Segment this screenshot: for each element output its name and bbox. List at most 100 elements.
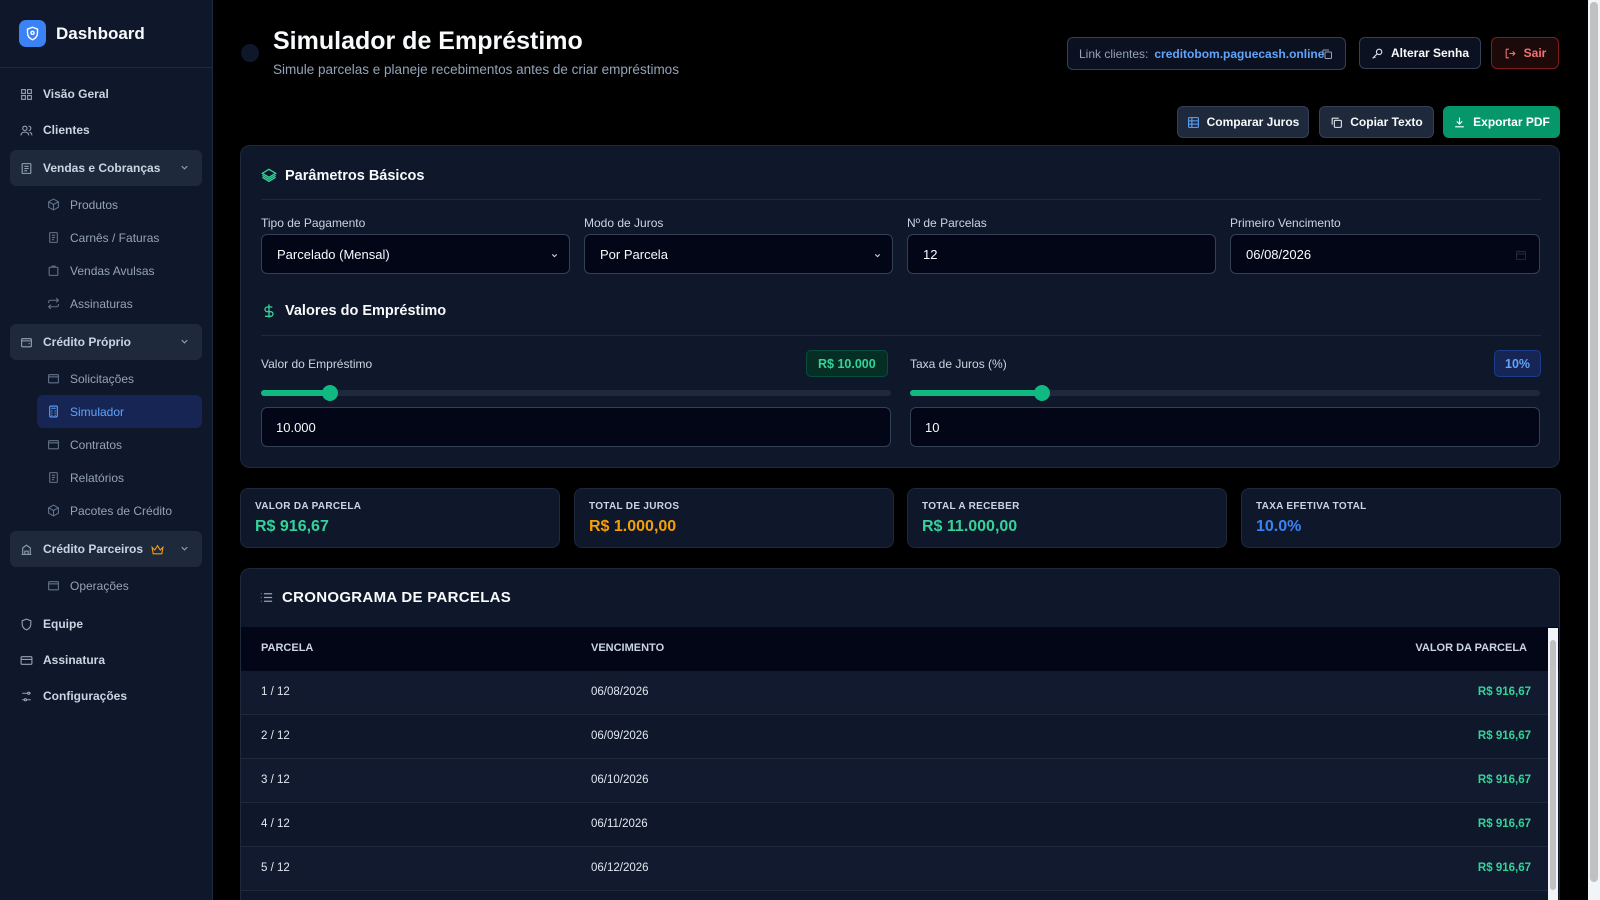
sidebar-item-relatorios[interactable]: Relatórios xyxy=(37,461,202,494)
sidebar-group-vendas-cobrancas[interactable]: Vendas e Cobranças xyxy=(10,150,202,186)
cell-parcela: 4 / 12 xyxy=(261,818,290,830)
alterar-senha-button[interactable]: Alterar Senha xyxy=(1359,37,1481,69)
table-scrollbar[interactable] xyxy=(1548,628,1558,900)
modo-juros-label: Modo de Juros xyxy=(584,216,664,230)
parameters-card: Parâmetros Básicos Tipo de Pagamento Par… xyxy=(240,145,1560,468)
sidebar-item-clientes[interactable]: Clientes xyxy=(10,112,202,148)
chevron-down-icon xyxy=(181,339,188,344)
sidebar-item-label: Carnês / Faturas xyxy=(70,230,160,245)
modo-juros-value: Por Parcela xyxy=(600,246,668,262)
sidebar-item-label: Solicitações xyxy=(70,371,135,386)
table-icon xyxy=(1187,116,1199,128)
sidebar-group-credito-parceiros[interactable]: Crédito Parceiros xyxy=(10,531,202,567)
schedule-title-label: CRONOGRAMA DE PARCELAS xyxy=(282,589,512,606)
sidebar-item-equipe[interactable]: Equipe xyxy=(10,606,202,642)
slider-thumb[interactable] xyxy=(322,385,339,401)
valor-emprestimo-value: 10.000 xyxy=(276,419,316,435)
tipo-pagamento-label: Tipo de Pagamento xyxy=(261,216,366,230)
taxa-juros-slider[interactable] xyxy=(910,385,1540,401)
sidebar-item-operacoes[interactable]: Operações xyxy=(37,569,202,602)
key-icon xyxy=(1372,48,1383,59)
scrollbar-thumb[interactable] xyxy=(1590,2,1598,882)
page-title: Simulador de Empréstimo xyxy=(273,27,583,55)
sidebar-item-solicitacoes[interactable]: Solicitações xyxy=(37,362,202,395)
brand[interactable]: Dashboard xyxy=(0,0,212,68)
package-icon xyxy=(48,198,59,211)
sidebar-item-simulador[interactable]: Simulador xyxy=(37,395,202,428)
sidebar-item-label: Assinatura xyxy=(43,653,106,667)
tipo-pagamento-select[interactable]: Parcelado (Mensal) xyxy=(261,234,570,274)
num-parcelas-value: 12 xyxy=(923,246,938,262)
sidebar-item-label: Contratos xyxy=(70,437,123,452)
column-header-parcela[interactable]: PARCELA xyxy=(261,642,313,654)
sidebar-item-vendas-avulsas[interactable]: Vendas Avulsas xyxy=(37,254,202,287)
sidebar-item-assinaturas[interactable]: Assinaturas xyxy=(37,287,202,320)
stat-value: R$ 1.000,00 xyxy=(589,518,677,535)
table-row[interactable]: 4 / 12 06/11/2026 R$ 916,67 xyxy=(241,803,1551,847)
column-header-valor[interactable]: VALOR DA PARCELA xyxy=(1415,642,1527,654)
sidebar-item-visao-geral[interactable]: Visão Geral xyxy=(10,76,202,112)
table-row[interactable]: 1 / 12 06/08/2026 R$ 916,67 xyxy=(241,671,1551,715)
cell-vencimento: 06/12/2026 xyxy=(591,862,649,874)
table-body: 1 / 12 06/08/2026 R$ 916,67 2 / 12 06/09… xyxy=(241,671,1551,900)
alterar-senha-label: Alterar Senha xyxy=(1390,46,1470,60)
modo-juros-select[interactable]: Por Parcela xyxy=(584,234,893,274)
primeiro-vencimento-label: Primeiro Vencimento xyxy=(1230,216,1341,230)
exportar-pdf-label: Exportar PDF xyxy=(1473,115,1550,129)
taxa-juros-input[interactable]: 10 xyxy=(910,407,1540,447)
sidebar-item-configuracoes[interactable]: Configurações xyxy=(10,678,202,714)
chevron-down-icon xyxy=(181,165,188,170)
comparar-juros-button[interactable]: Comparar Juros xyxy=(1177,106,1309,138)
scrollbar-thumb[interactable] xyxy=(1550,640,1556,890)
stat-label: VALOR DA PARCELA xyxy=(255,501,362,512)
shield-icon xyxy=(21,618,32,631)
cell-vencimento: 06/08/2026 xyxy=(591,686,649,698)
sidebar-item-pacotes-credito[interactable]: Pacotes de Crédito xyxy=(37,494,202,527)
shield-logo-icon xyxy=(19,20,46,47)
page-scrollbar[interactable] xyxy=(1588,0,1600,900)
copiar-texto-button[interactable]: Copiar Texto xyxy=(1319,106,1434,138)
sidebar-item-label: Configurações xyxy=(43,689,128,703)
sidebar-item-label: Equipe xyxy=(43,617,84,631)
sidebar-item-contratos[interactable]: Contratos xyxy=(37,428,202,461)
sidebar-item-assinatura[interactable]: Assinatura xyxy=(10,642,202,678)
taxa-juros-value: 10 xyxy=(925,419,940,435)
cell-valor: R$ 916,67 xyxy=(1477,774,1531,786)
sidebar: Dashboard Visão Geral Clientes Vendas e … xyxy=(0,0,213,900)
table-row[interactable]: 2 / 12 06/09/2026 R$ 916,67 xyxy=(241,715,1551,759)
logout-icon xyxy=(1505,48,1516,58)
receipt-icon xyxy=(21,162,32,174)
primeiro-vencimento-input[interactable]: 06/08/2026 xyxy=(1230,234,1540,274)
sidebar-group-credito-proprio[interactable]: Crédito Próprio xyxy=(10,324,202,360)
valor-emprestimo-input[interactable]: 10.000 xyxy=(261,407,891,447)
client-link-url[interactable]: creditobom.paguecash.online xyxy=(1154,47,1324,61)
copy-icon[interactable] xyxy=(1321,48,1333,60)
sair-button[interactable]: Sair xyxy=(1491,37,1559,69)
valor-emprestimo-slider[interactable] xyxy=(261,385,891,401)
cell-parcela: 1 / 12 xyxy=(261,686,290,698)
chevron-down-icon xyxy=(551,253,558,258)
copy-icon xyxy=(1331,117,1343,128)
sair-label: Sair xyxy=(1523,46,1547,60)
exportar-pdf-button[interactable]: Exportar PDF xyxy=(1443,106,1560,138)
calendar-icon[interactable] xyxy=(1515,249,1527,261)
stat-value: R$ 916,67 xyxy=(255,518,329,535)
grid-icon xyxy=(21,88,32,100)
slider-thumb[interactable] xyxy=(1034,385,1051,401)
copiar-texto-label: Copiar Texto xyxy=(1350,115,1423,129)
table-row[interactable]: 5 / 12 06/12/2026 R$ 916,67 xyxy=(241,847,1551,891)
table-row[interactable]: 3 / 12 06/10/2026 R$ 916,67 xyxy=(241,759,1551,803)
sidebar-item-label: Simulador xyxy=(70,404,125,419)
divider xyxy=(261,335,1541,336)
num-parcelas-input[interactable]: 12 xyxy=(907,234,1216,274)
cell-vencimento: 06/10/2026 xyxy=(591,774,649,786)
params-section-title: Parâmetros Básicos xyxy=(261,168,424,184)
slider-fill xyxy=(910,390,1043,396)
cell-valor: R$ 916,67 xyxy=(1477,862,1531,874)
folder-icon xyxy=(48,440,59,450)
sidebar-item-label: Operações xyxy=(70,578,129,593)
column-header-vencimento[interactable]: VENCIMENTO xyxy=(591,642,664,654)
sidebar-item-carnes-faturas[interactable]: Carnês / Faturas xyxy=(37,221,202,254)
sidebar-item-produtos[interactable]: Produtos xyxy=(37,188,202,221)
stat-total-receber: TOTAL A RECEBER R$ 11.000,00 xyxy=(907,488,1227,548)
